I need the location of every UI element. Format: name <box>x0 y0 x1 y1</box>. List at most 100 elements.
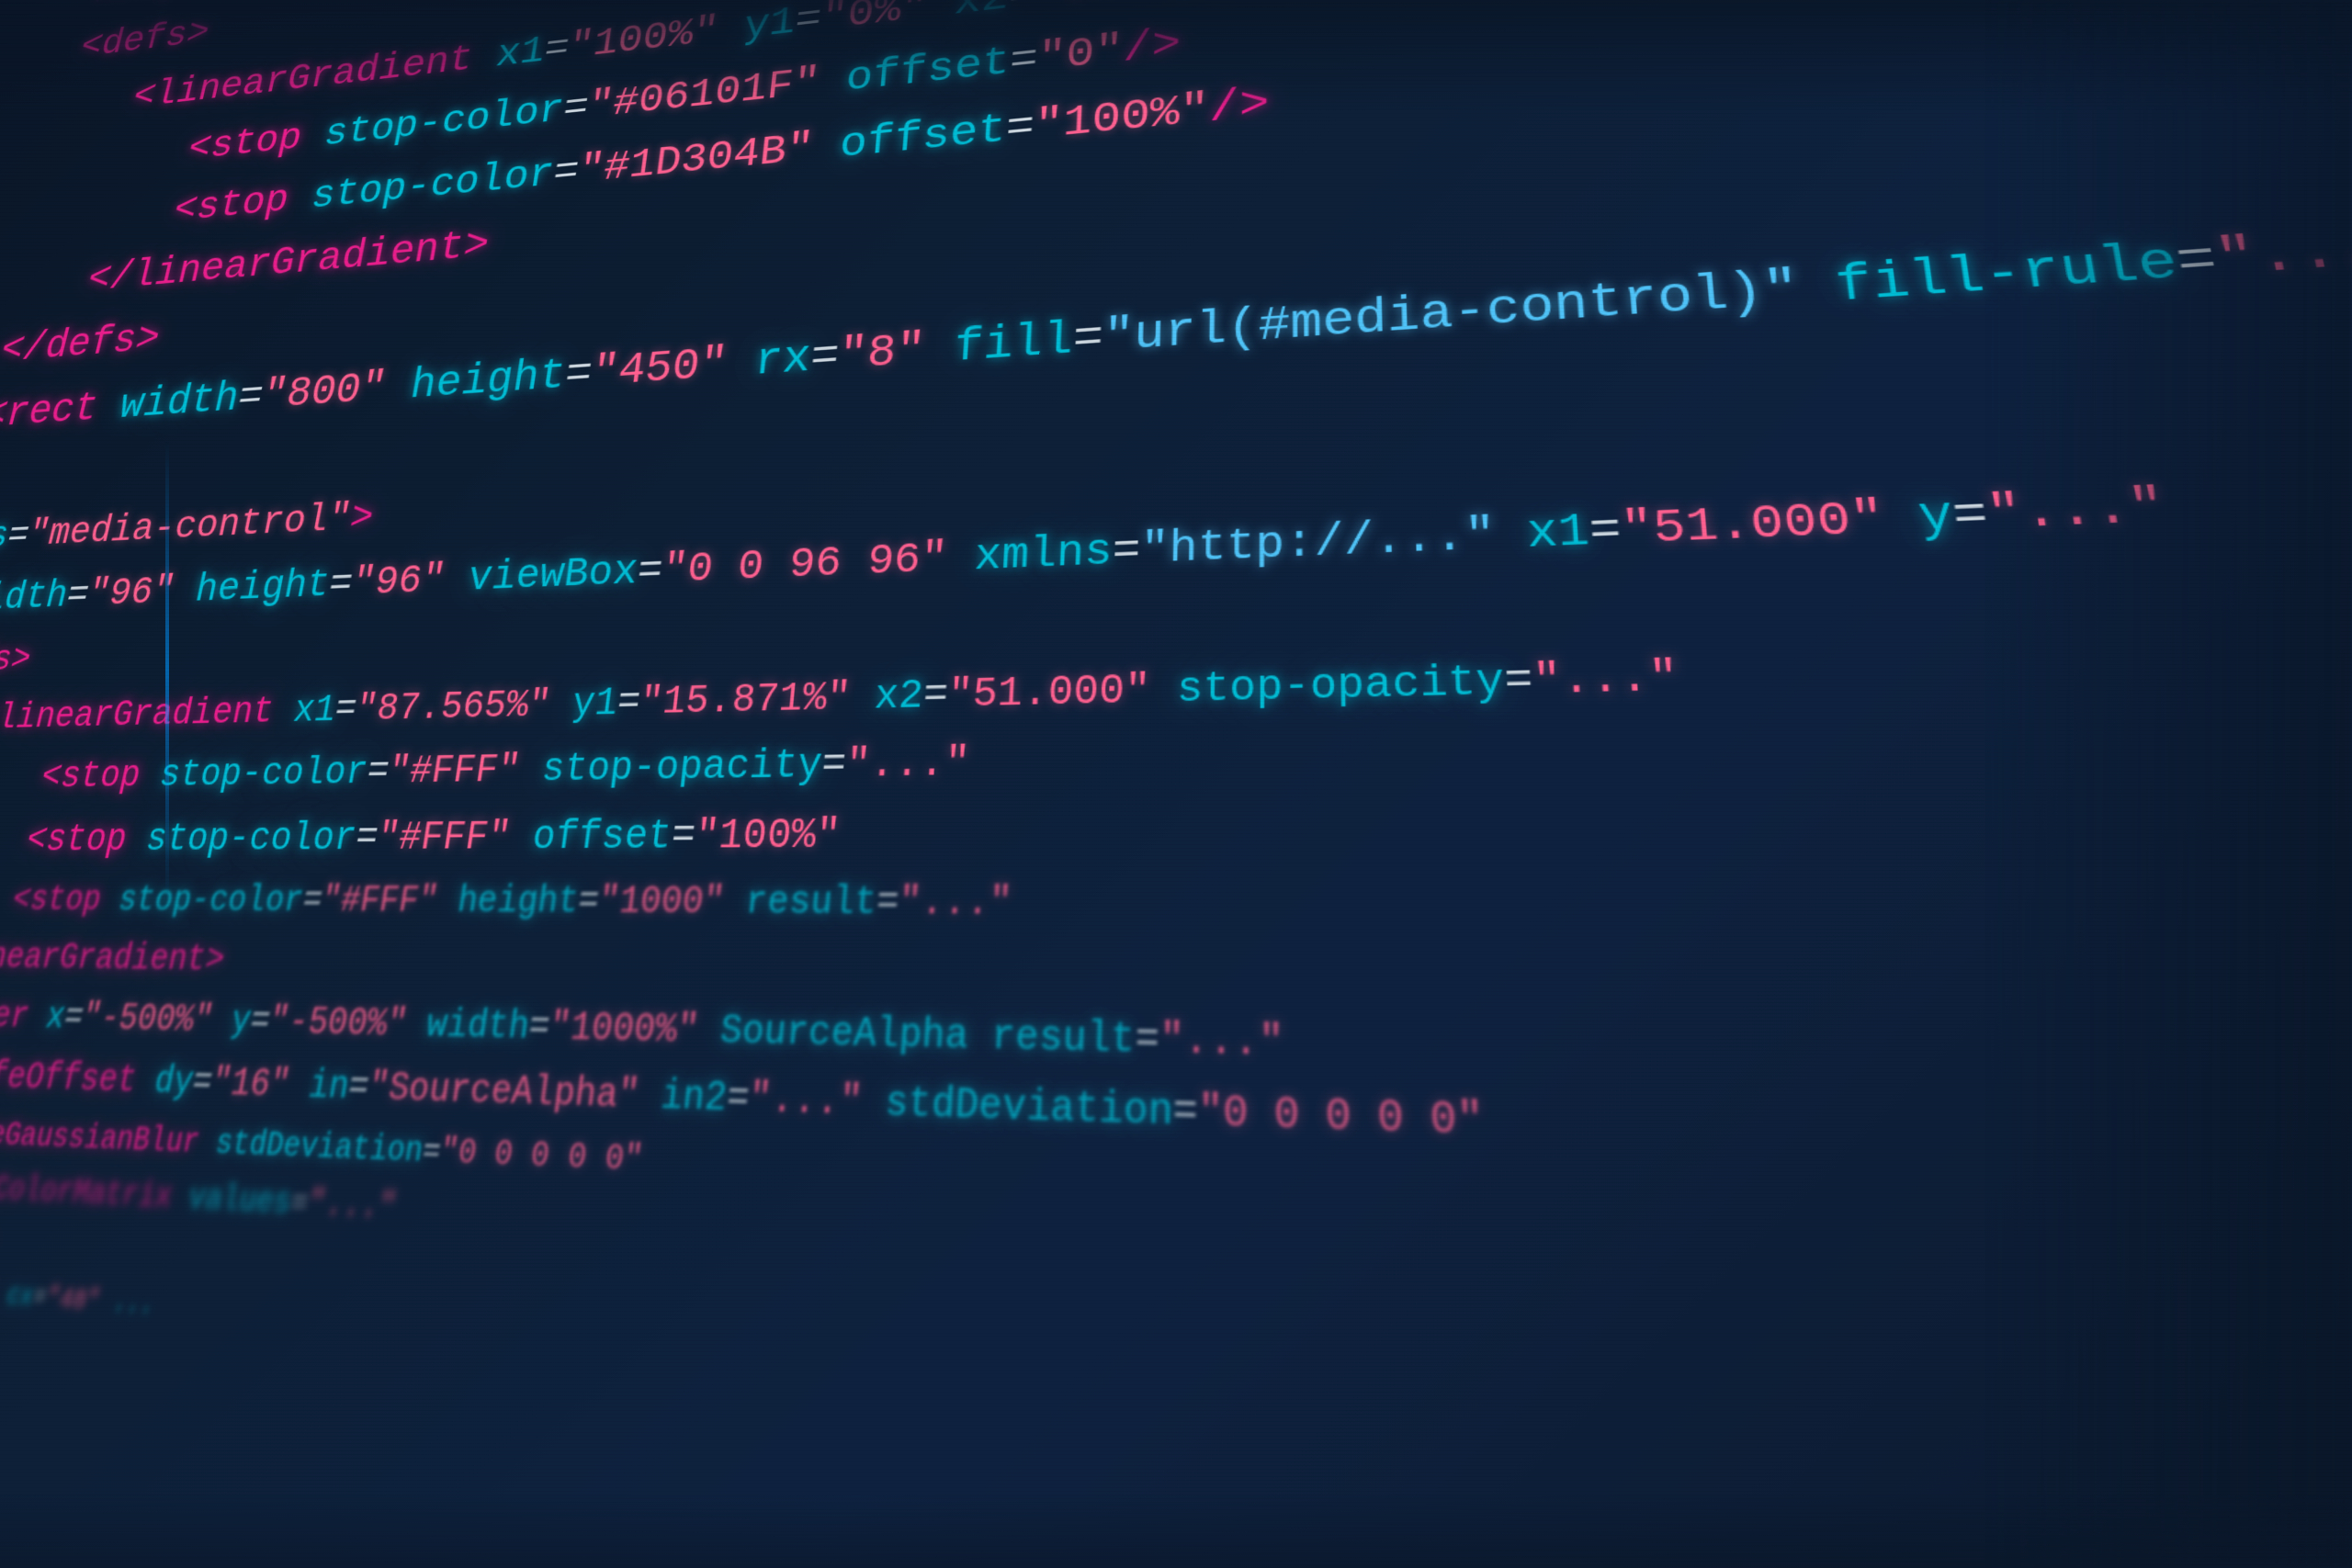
token-tag: <linearGradient <box>0 691 277 739</box>
token-white: = <box>922 672 949 719</box>
token-val: "#FFF" <box>318 881 441 922</box>
token-white: = <box>1004 103 1035 153</box>
token-val: "800" <box>257 364 390 421</box>
token-val: "#FFF" <box>385 749 523 795</box>
token-tag: </defs> <box>0 315 164 373</box>
token-white <box>923 322 956 377</box>
left-bar-accent <box>165 441 169 900</box>
token-white <box>1150 666 1177 714</box>
token-attr: stdDeviation <box>212 1123 425 1171</box>
token-tag: <defs> <box>76 12 214 67</box>
token-attr: ... <box>109 1288 156 1323</box>
token-val: "100%" <box>1033 85 1209 151</box>
token-val: "100%" <box>693 812 842 861</box>
token-white: = <box>875 881 900 925</box>
token-attr: y1 <box>741 0 797 49</box>
token-tag: <feOffset <box>0 1055 141 1102</box>
token-tag: <stop <box>184 117 306 171</box>
token-val: "..." <box>844 740 971 789</box>
token-tag: </linearGradient> <box>0 937 228 981</box>
token-attr: viewBox <box>465 549 641 604</box>
token-attr: in2 <box>659 1074 729 1122</box>
token-attr: x2 <box>873 673 925 720</box>
token-white <box>926 0 956 28</box>
token-attr: height <box>455 881 582 923</box>
token-val: "0 0 96 96" <box>660 536 949 596</box>
token-attr: stdDeviation <box>884 1079 1174 1136</box>
token-tag: <feColorMatrix <box>0 1168 175 1217</box>
token-white: = <box>1172 1088 1198 1138</box>
token-val: "#FFF" <box>374 815 514 861</box>
token-white <box>945 534 976 584</box>
token-white: = <box>1588 505 1623 560</box>
token-val: "8" <box>836 324 926 382</box>
token-white <box>967 1013 992 1061</box>
token-val: "..." <box>1984 480 2170 545</box>
token-attr: fill <box>953 314 1074 375</box>
token-attr: result <box>743 881 877 925</box>
token-val: "..." <box>747 1076 864 1126</box>
token-val: "96" <box>83 570 178 617</box>
token-attr: values <box>185 1179 294 1224</box>
token-val: "0%" <box>1035 0 1149 17</box>
token-attr: height <box>406 351 569 411</box>
token-attr: xmlns <box>973 528 1114 584</box>
token-attr: stop-color <box>115 881 307 922</box>
token-val: "51.000" <box>946 667 1151 718</box>
token-white: = <box>1008 0 1038 19</box>
token-attr: fill-rule <box>1833 233 2183 315</box>
token-attr: stop-color <box>141 816 359 861</box>
token-white <box>1148 0 1178 4</box>
token-val: "..." <box>305 1184 400 1229</box>
token-val: "1000" <box>596 881 727 924</box>
token-tag: <defs> <box>0 639 35 682</box>
token-val: "..." <box>1532 653 1680 706</box>
token-attr: height <box>191 563 334 614</box>
token-val: "100%" <box>566 8 721 69</box>
token-attr: width <box>424 1004 532 1050</box>
token-white: = <box>1135 1016 1160 1065</box>
token-attr: result <box>990 1014 1136 1065</box>
token-tag: <rect <box>0 385 103 439</box>
token-tag: <stop <box>37 755 144 798</box>
token-val: "..." <box>2211 216 2352 290</box>
token-attr: offset <box>844 39 1012 102</box>
token-tag: /> <box>1209 80 1270 135</box>
token-val: "87.565%" <box>353 683 554 731</box>
token-val: "16" <box>208 1062 293 1108</box>
code-display: height="450" viewBox="0 0 800 450" xmlns… <box>0 0 2352 1568</box>
token-attr: x2 <box>953 0 1010 26</box>
token-attr: stop-color <box>155 751 370 797</box>
token-attr: offset <box>838 106 1008 169</box>
token-white <box>849 674 876 720</box>
token-attr: SourceAlpha <box>718 1009 969 1060</box>
token-white: = <box>820 742 848 789</box>
token-val: "96" <box>348 558 449 608</box>
token-val: "0%" <box>820 0 930 40</box>
token-tag: <feGaussianBlur <box>0 1114 203 1162</box>
token-val: "450" <box>588 339 729 399</box>
token-val: "SourceAlpha" <box>365 1066 641 1119</box>
token-attr: width <box>115 375 243 430</box>
token-tag: <stop <box>22 818 131 862</box>
token-val: "0 0 0 0 0" <box>437 1132 645 1180</box>
token-val: "0" <box>1036 27 1124 83</box>
token-attr: x1 <box>1525 506 1591 562</box>
token-val: "..." <box>1159 1017 1283 1068</box>
token-white: = <box>1072 311 1104 367</box>
token-val: "51.000" <box>1620 493 1889 558</box>
token-tag: /> <box>1123 20 1182 73</box>
token-attr: x1 <box>492 29 548 77</box>
token-val: "1000%" <box>547 1006 701 1054</box>
token-attr: offset <box>529 813 673 860</box>
token-val: "..." <box>898 881 1013 926</box>
token-cyan: "http://..." <box>1140 511 1498 578</box>
token-attr: rx <box>752 333 812 388</box>
token-attr: y1 <box>570 682 620 727</box>
code-block: height="450" viewBox="0 0 800 450" xmlns… <box>0 0 2352 1568</box>
token-white: = <box>1112 526 1141 578</box>
token-val: "15.871%" <box>638 675 853 725</box>
token-attr: stop-opacity <box>539 743 824 793</box>
token-white <box>1495 509 1529 563</box>
token-tag: <stop <box>169 178 293 233</box>
